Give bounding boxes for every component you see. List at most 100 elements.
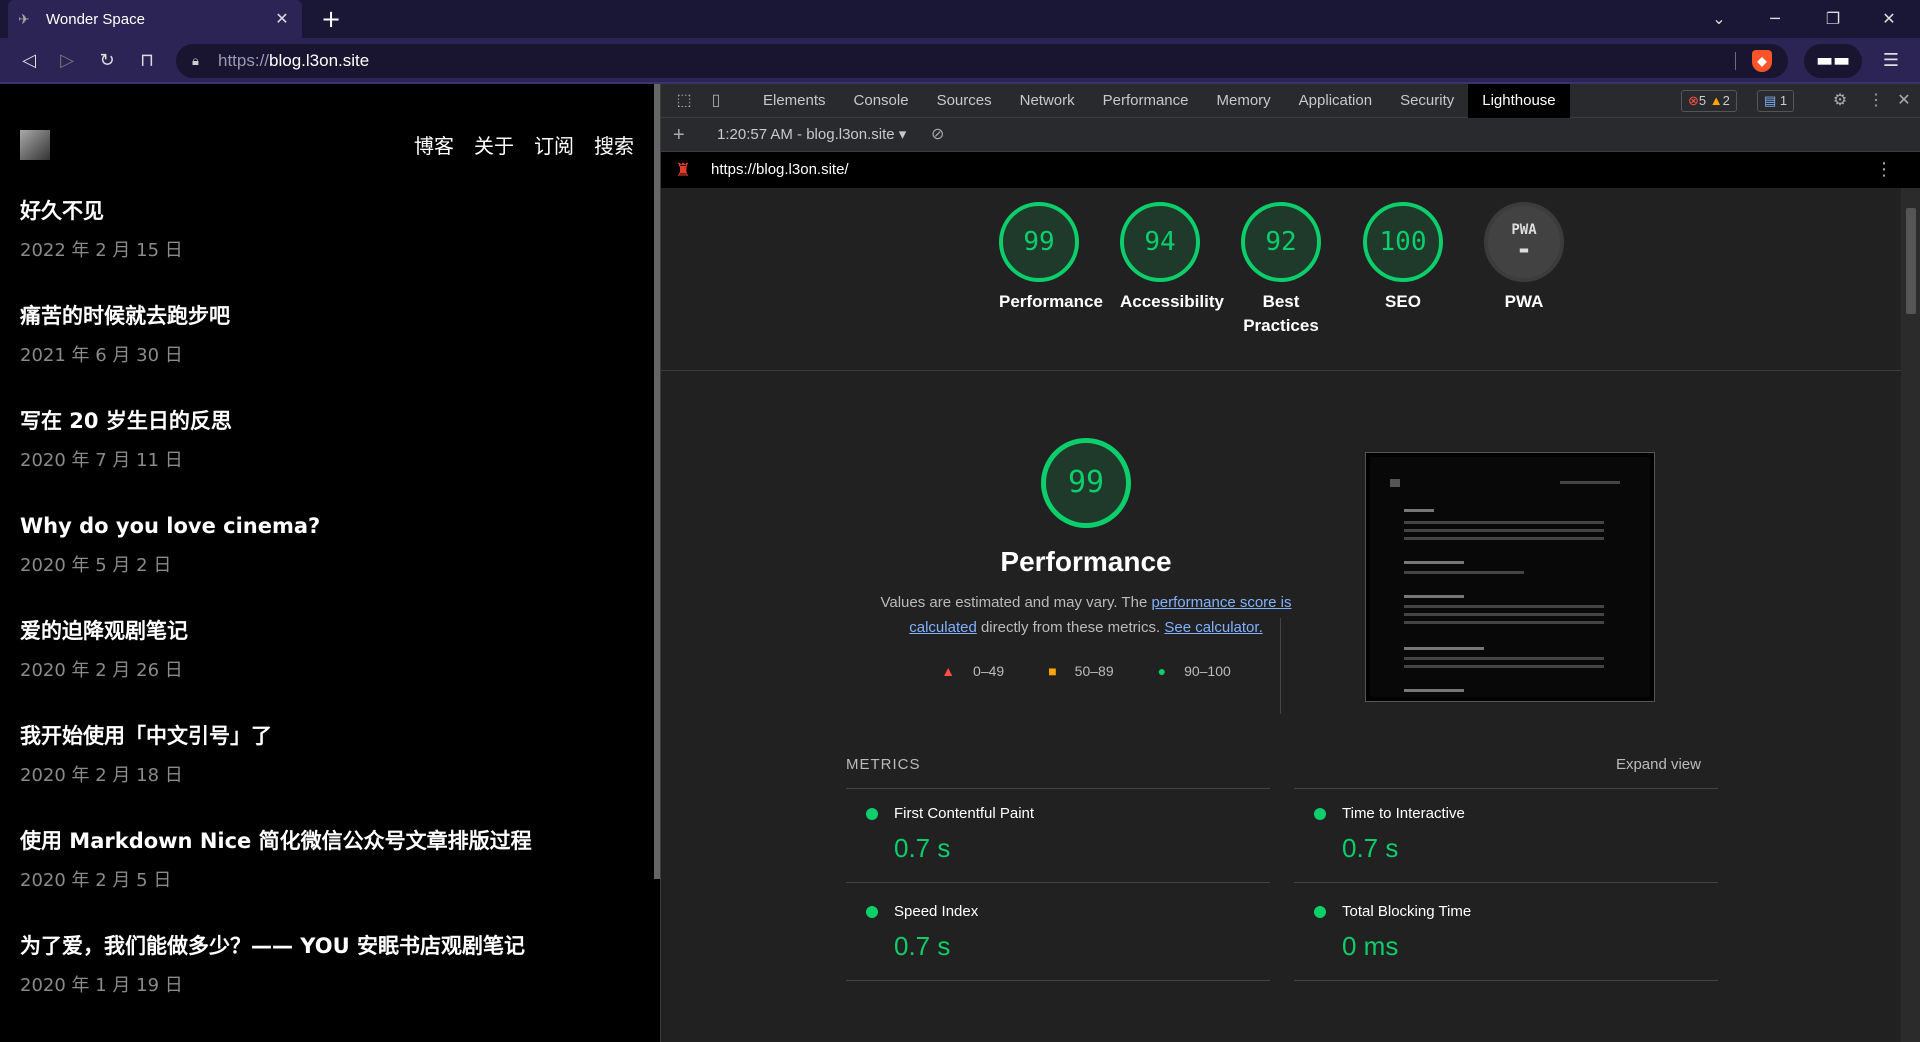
metrics-header: METRICS Expand view [846, 756, 1716, 774]
post-title[interactable]: 痛苦的时候就去跑步吧 [20, 301, 640, 331]
restore-button[interactable]: ❐ [1806, 0, 1860, 38]
report-menu-icon[interactable]: ⋮ [1875, 152, 1893, 188]
gauge-label: SEO [1385, 292, 1421, 311]
close-window-button[interactable]: ✕ [1862, 0, 1916, 38]
report-selector[interactable]: 1:20:57 AM - blog.l3on.site ▾ [717, 118, 906, 152]
back-icon[interactable]: ◁ [14, 46, 44, 76]
devtools-tabs: Elements Console Sources Network Perform… [749, 84, 1570, 118]
metric-value: 0.7 s [894, 833, 951, 863]
tab-lighthouse[interactable]: Lighthouse [1468, 84, 1570, 118]
inspect-element-icon[interactable]: ⬚ [673, 90, 695, 112]
metric-name: Total Blocking Time [1342, 903, 1472, 920]
clear-icon[interactable]: ⊘ [931, 118, 944, 152]
post-item: 使用 Markdown Nice 简化微信公众号文章排版过程 2020 年 2 月… [20, 826, 640, 931]
close-tab-icon[interactable]: ✕ [272, 9, 292, 29]
reload-icon[interactable]: ↻ [92, 46, 122, 76]
minimize-button[interactable]: ─ [1748, 0, 1802, 38]
post-title[interactable]: 我开始使用「中文引号」了 [20, 721, 640, 751]
thumb-line [1404, 647, 1484, 650]
message-icon: ▤ [1764, 93, 1777, 108]
performance-title: Performance [1000, 546, 1172, 577]
nav-about-link[interactable]: 关于 [474, 130, 514, 159]
settings-gear-icon[interactable]: ⚙ [1829, 90, 1851, 112]
tab-search-icon[interactable]: ⌄ [1692, 0, 1746, 38]
performance-summary: 99 Performance Values are estimated and … [851, 438, 1321, 640]
metric-name: First Contentful Paint [894, 805, 1035, 822]
tab-elements[interactable]: Elements [749, 84, 840, 118]
browser-tab[interactable]: ✈ Wonder Space ✕ [8, 0, 302, 38]
url-field[interactable]: 🔒︎ https://blog.l3on.site ◆ [176, 44, 1788, 78]
nav-subscribe-link[interactable]: 订阅 [534, 130, 574, 159]
report-scrollbar[interactable] [1901, 188, 1920, 1042]
post-title[interactable]: Why do you love cinema? [20, 511, 640, 541]
post-title[interactable]: 写在 20 岁生日的反思 [20, 406, 640, 436]
url-separator [1735, 52, 1736, 70]
post-item: 为了爱，我们能做多少？—— YOU 安眠书店观剧笔记 2020 年 1 月 19 … [20, 931, 640, 1036]
section-divider [661, 370, 1901, 371]
tab-sources[interactable]: Sources [923, 84, 1006, 118]
metric-rule [1294, 788, 1718, 789]
warning-icon: ▲ [1709, 93, 1723, 108]
post-date: 2020 年 2 月 26 日 [20, 660, 183, 681]
more-options-icon[interactable]: ⋮ [1865, 90, 1887, 112]
post-title[interactable]: 为了爱，我们能做多少？—— YOU 安眠书店观剧笔记 [20, 931, 640, 961]
messages-badge[interactable]: ▤ 1 [1757, 90, 1795, 112]
issues-badge[interactable]: ⊗5 ▲2 [1681, 90, 1737, 112]
pwa-badge-text: PWA [1511, 222, 1537, 238]
metric-rule [846, 980, 1270, 981]
forward-icon[interactable]: ▷ [52, 46, 82, 76]
expand-view-button[interactable]: Expand view [1616, 756, 1701, 773]
warning-count: 2 [1722, 93, 1730, 108]
post-date: 2022 年 2 月 15 日 [20, 240, 183, 261]
gauge-best-practices[interactable]: 92 Best Practices [1241, 202, 1321, 338]
new-report-icon[interactable]: + [673, 118, 685, 152]
gauge-performance[interactable]: 99 Performance [999, 202, 1103, 314]
post-item: Why do you love cinema? 2020 年 5 月 2 日 [20, 511, 640, 616]
post-item: 痛苦的时候就去跑步吧 2021 年 6 月 30 日 [20, 301, 640, 406]
gauge-accessibility[interactable]: 94 Accessibility [1120, 202, 1224, 314]
legend-label: 50–89 [1074, 663, 1114, 679]
desc-text: Values are estimated and may vary. The [880, 594, 1152, 611]
lighthouse-url-bar: ♜ https://blog.l3on.site/ ⋮ [661, 152, 1920, 188]
tab-network[interactable]: Network [1006, 84, 1089, 118]
tab-memory[interactable]: Memory [1203, 84, 1285, 118]
pass-dot-icon [1314, 906, 1326, 918]
brave-shields-icon[interactable]: ◆ [1752, 50, 1772, 72]
post-title[interactable]: 爱的迫降观剧笔记 [20, 616, 640, 646]
device-toolbar-icon[interactable]: ▯ [705, 90, 727, 112]
nav-search-link[interactable]: 搜索 [594, 130, 634, 159]
score-legend: ▲ 0–49 ■ 50–89 ● 90–100 [851, 663, 1321, 679]
post-date: 2020 年 2 月 18 日 [20, 765, 183, 786]
new-tab-button[interactable]: + [316, 4, 346, 34]
tab-security[interactable]: Security [1386, 84, 1468, 118]
thumb-line [1404, 521, 1604, 524]
site-logo[interactable] [20, 130, 50, 160]
bookmark-icon[interactable]: ⊓ [132, 46, 162, 76]
gauge-score: 94 [1120, 202, 1200, 282]
tab-performance[interactable]: Performance [1089, 84, 1203, 118]
extension-glasses-icon[interactable]: ▬▬ [1804, 44, 1862, 78]
report-url: https://blog.l3on.site/ [711, 161, 849, 178]
post-item: 我开始使用「中文引号」了 2020 年 2 月 18 日 [20, 721, 640, 826]
tab-console[interactable]: Console [840, 84, 923, 118]
final-screenshot-thumbnail[interactable] [1365, 452, 1655, 702]
post-title[interactable]: 好久不见 [20, 196, 640, 226]
metric-value: 0.7 s [1342, 833, 1399, 863]
nav-blog-link[interactable]: 博客 [414, 130, 454, 159]
performance-description: Values are estimated and may vary. The p… [851, 590, 1321, 640]
gauge-seo[interactable]: 100 SEO [1363, 202, 1443, 314]
gauge-pwa[interactable]: PWA ▬ PWA [1484, 202, 1564, 314]
post-list: 好久不见 2022 年 2 月 15 日 痛苦的时候就去跑步吧 2021 年 6 月… [20, 196, 640, 1036]
scrollbar-thumb[interactable] [1906, 208, 1916, 314]
desc-text: directly from these metrics. [976, 619, 1165, 636]
metric-rule [846, 788, 1270, 789]
tab-title: Wonder Space [46, 10, 145, 28]
browser-menu-icon[interactable]: ☰ [1876, 46, 1906, 76]
see-calculator-link[interactable]: See calculator. [1164, 619, 1262, 636]
gauge-label: Best Practices [1243, 292, 1319, 335]
post-title[interactable]: 使用 Markdown Nice 简化微信公众号文章排版过程 [20, 826, 640, 856]
close-devtools-icon[interactable]: ✕ [1893, 90, 1915, 112]
thumb-line [1404, 529, 1604, 532]
tab-application[interactable]: Application [1285, 84, 1386, 118]
browser-tab-bar: ✈ Wonder Space ✕ + ⌄ ─ ❐ ✕ [0, 0, 1920, 38]
